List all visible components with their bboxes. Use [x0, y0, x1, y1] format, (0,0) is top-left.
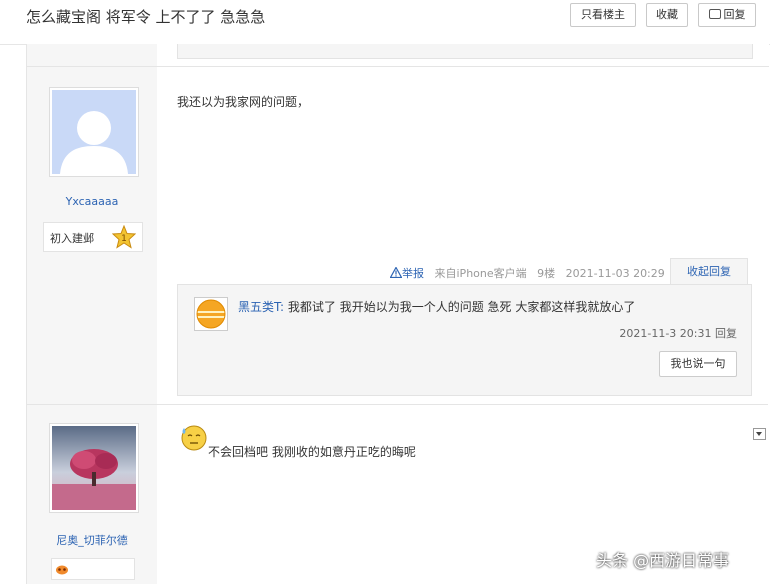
- reply-author[interactable]: 黑五类T:: [238, 300, 284, 314]
- avatar[interactable]: [49, 423, 139, 513]
- reply-button-label: 回复: [723, 8, 746, 21]
- say-something-button[interactable]: 我也说一句: [659, 351, 737, 377]
- previous-post-tail: [26, 44, 769, 67]
- watermark-text: 头条 @西游日常事: [596, 551, 730, 570]
- tree-avatar-image: [52, 426, 136, 510]
- favorite-button[interactable]: 收藏: [646, 3, 688, 27]
- username[interactable]: Yxcaaaaa: [27, 195, 157, 208]
- username[interactable]: 尼奥_切菲尔德: [27, 532, 157, 548]
- post-source: 来自iPhone客户端: [434, 267, 527, 280]
- only-op-button[interactable]: 只看楼主: [570, 3, 636, 27]
- reply-box: 黑五类T: 我都试了 我开始以为我一个人的问题 急死 大家都这样我就放心了 20…: [177, 284, 752, 396]
- reply-avatar[interactable]: [194, 297, 228, 331]
- reply-button[interactable]: 回复: [698, 3, 756, 27]
- reply-text: 黑五类T: 我都试了 我开始以为我一个人的问题 急死 大家都这样我就放心了: [238, 298, 635, 315]
- reply-avatar-image: [195, 298, 227, 330]
- post-9: Yxcaaaaa 初入建邺 1 我还以为我家网的问题， 举报 来自iPhone客…: [26, 67, 769, 404]
- level-star-icon: 1: [112, 225, 136, 249]
- level-title: 初入建邺: [50, 232, 94, 245]
- reply-body: 我都试了 我开始以为我一个人的问题 急死 大家都这样我就放心了: [287, 300, 636, 314]
- post-floor: 9楼: [537, 267, 556, 280]
- warning-icon: [389, 266, 403, 279]
- report-link[interactable]: 举报: [389, 266, 424, 280]
- game-badge-icon: [56, 565, 68, 575]
- reply-icon: [708, 9, 721, 19]
- svg-text:1: 1: [121, 234, 127, 244]
- collapse-replies-link[interactable]: 收起回复: [670, 258, 748, 285]
- reply-reply-link[interactable]: 回复: [715, 327, 737, 340]
- user-badge[interactable]: [51, 558, 135, 580]
- thread-title: 怎么藏宝阁 将军令 上不了了 急急急: [26, 8, 266, 26]
- default-avatar-icon: [52, 90, 136, 174]
- avatar[interactable]: [49, 87, 139, 177]
- post-menu-dropdown[interactable]: [753, 428, 766, 440]
- post-meta: 举报 来自iPhone客户端 9楼 2021-11-03 20:29: [389, 265, 665, 281]
- post-time: 2021-11-03 20:29: [565, 267, 665, 280]
- sweat-emoji-icon: [181, 425, 207, 451]
- post-content: 不会回档吧 我刚收的如意丹正吃的晦呢: [208, 445, 416, 459]
- previous-reply-box: [177, 44, 753, 59]
- thread-header: 怎么藏宝阁 将军令 上不了了 急急急 只看楼主 收藏 回复: [0, 0, 770, 45]
- reply-time: 2021-11-3 20:31: [619, 327, 712, 340]
- level-badge[interactable]: 初入建邺 1: [43, 222, 143, 252]
- reply-time-row: 2021-11-3 20:31 回复: [619, 325, 737, 341]
- post-content: 我还以为我家网的问题，: [177, 95, 310, 109]
